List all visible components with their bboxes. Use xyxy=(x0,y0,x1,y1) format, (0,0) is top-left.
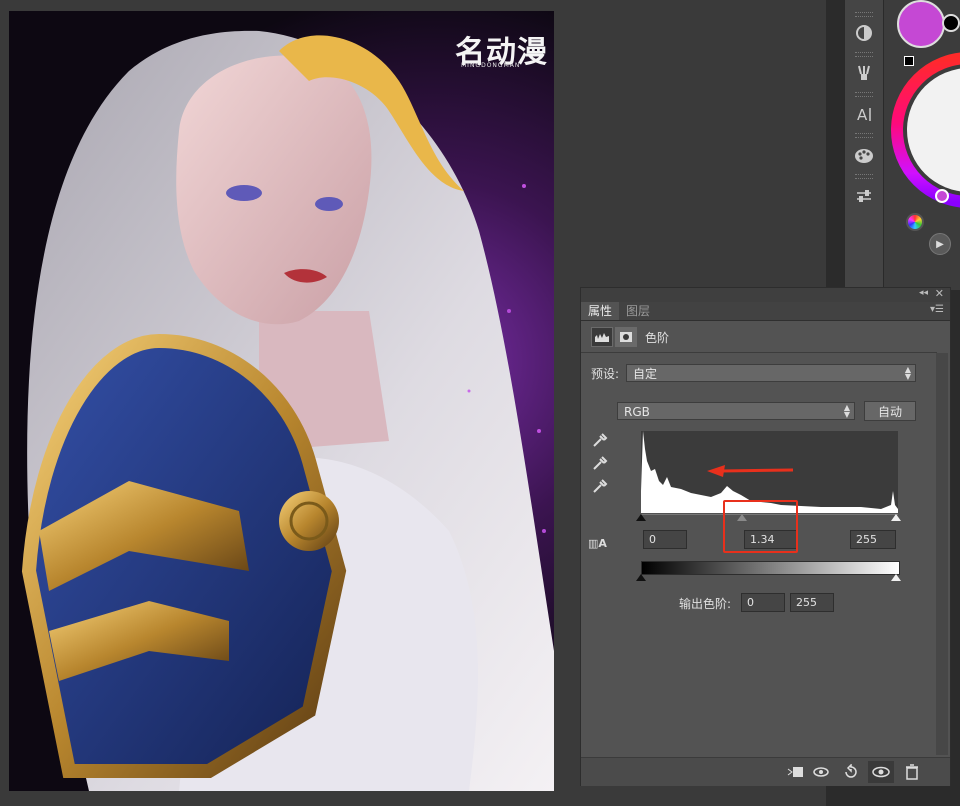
auto-button[interactable]: 自动 xyxy=(864,401,916,421)
adjust-icon[interactable] xyxy=(849,18,879,48)
divider xyxy=(581,352,937,353)
input-white-field[interactable]: 255 xyxy=(850,530,896,549)
black-eyedropper-icon[interactable] xyxy=(592,432,608,451)
sliders-icon[interactable] xyxy=(849,181,879,211)
output-white-handle[interactable] xyxy=(891,574,901,581)
color-mode-icon[interactable] xyxy=(906,213,924,231)
preset-select[interactable]: 自定 ▲ ▼ xyxy=(626,364,916,382)
output-black-handle[interactable] xyxy=(636,574,646,581)
tab-properties[interactable]: 属性 xyxy=(581,302,620,320)
background-color-swatch[interactable] xyxy=(942,14,960,32)
input-black-field[interactable]: 0 xyxy=(643,530,687,549)
output-gradient xyxy=(641,561,900,575)
foreground-color-swatch[interactable] xyxy=(897,0,945,48)
panel-scrollbar[interactable] xyxy=(936,353,948,755)
canvas-artwork[interactable]: 名动漫 MINGDONGMAN xyxy=(9,11,554,791)
watermark-subtitle: MINGDONGMAN xyxy=(461,62,521,69)
preset-value: 自定 xyxy=(633,367,658,381)
panel-grip[interactable] xyxy=(855,52,873,57)
view-previous-icon[interactable] xyxy=(813,763,831,781)
close-icon[interactable]: ✕ xyxy=(935,287,944,300)
levels-adjustment-icon xyxy=(591,327,613,347)
channel-value: RGB xyxy=(624,405,650,419)
properties-panel: ◂◂ ✕ 属性 图层 ▾☰ 色阶 预设: 自定 ▲ ▼ RGB ▲ ▼ 自动 ▥… xyxy=(580,287,951,786)
panel-grip[interactable] xyxy=(855,92,873,97)
brush-icon[interactable] xyxy=(849,58,879,88)
channel-select[interactable]: RGB ▲ ▼ xyxy=(617,402,855,420)
tool-column: A xyxy=(844,0,884,290)
reset-icon[interactable] xyxy=(842,763,860,781)
input-white-handle[interactable] xyxy=(891,514,901,521)
preset-label: 预设: xyxy=(591,367,620,381)
panel-grip[interactable] xyxy=(855,133,873,138)
panel-tabbar: 属性 图层 ▾☰ xyxy=(581,302,950,321)
layer-mask-icon xyxy=(615,327,637,347)
white-eyedropper-icon[interactable] xyxy=(592,478,608,497)
collapse-icon[interactable]: ◂◂ xyxy=(919,288,928,298)
color-panel: ▶ xyxy=(884,0,960,290)
gray-eyedropper-icon[interactable] xyxy=(592,455,608,474)
default-colors-icon[interactable] xyxy=(904,56,914,66)
illustration xyxy=(21,30,554,791)
delete-icon[interactable] xyxy=(903,763,921,781)
panel-grip[interactable] xyxy=(855,174,873,179)
visibility-icon[interactable] xyxy=(868,761,894,783)
highlight-box xyxy=(723,500,798,553)
adjustment-title: 色阶 xyxy=(645,331,670,345)
panel-menu-icon[interactable]: ▾☰ xyxy=(930,304,944,315)
input-black-handle[interactable] xyxy=(636,514,646,521)
play-icon[interactable]: ▶ xyxy=(929,233,951,255)
output-levels-label: 输出色阶: xyxy=(679,597,732,611)
annotation-arrow xyxy=(705,465,795,480)
palette-icon[interactable] xyxy=(849,141,879,171)
panel-grip[interactable] xyxy=(855,12,873,17)
panel-titlebar[interactable]: ◂◂ ✕ xyxy=(581,287,950,302)
select-arrows-icon: ▲ ▼ xyxy=(904,365,911,381)
output-black-field[interactable]: 0 xyxy=(741,593,785,612)
clip-to-layer-icon[interactable] xyxy=(786,763,804,781)
text-icon[interactable]: A xyxy=(849,99,879,129)
svg-text:A: A xyxy=(857,106,868,123)
clipping-warning-icon[interactable]: ▥A xyxy=(588,537,607,550)
tab-layers[interactable]: 图层 xyxy=(619,302,657,320)
panel-bottom-bar xyxy=(581,757,950,786)
select-arrows-icon: ▲ ▼ xyxy=(843,403,850,419)
output-white-field[interactable]: 255 xyxy=(790,593,834,612)
